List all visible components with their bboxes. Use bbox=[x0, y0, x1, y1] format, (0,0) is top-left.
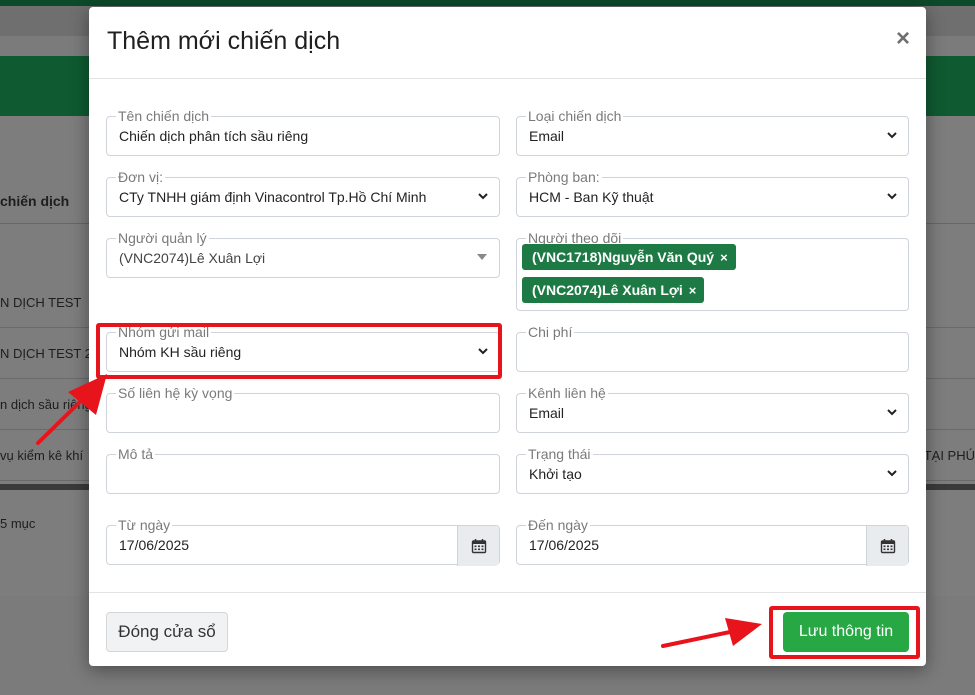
arrow-to-mail-group bbox=[36, 374, 107, 445]
annotation-arrows bbox=[36, 374, 762, 648]
arrow-to-save-button bbox=[661, 618, 762, 648]
